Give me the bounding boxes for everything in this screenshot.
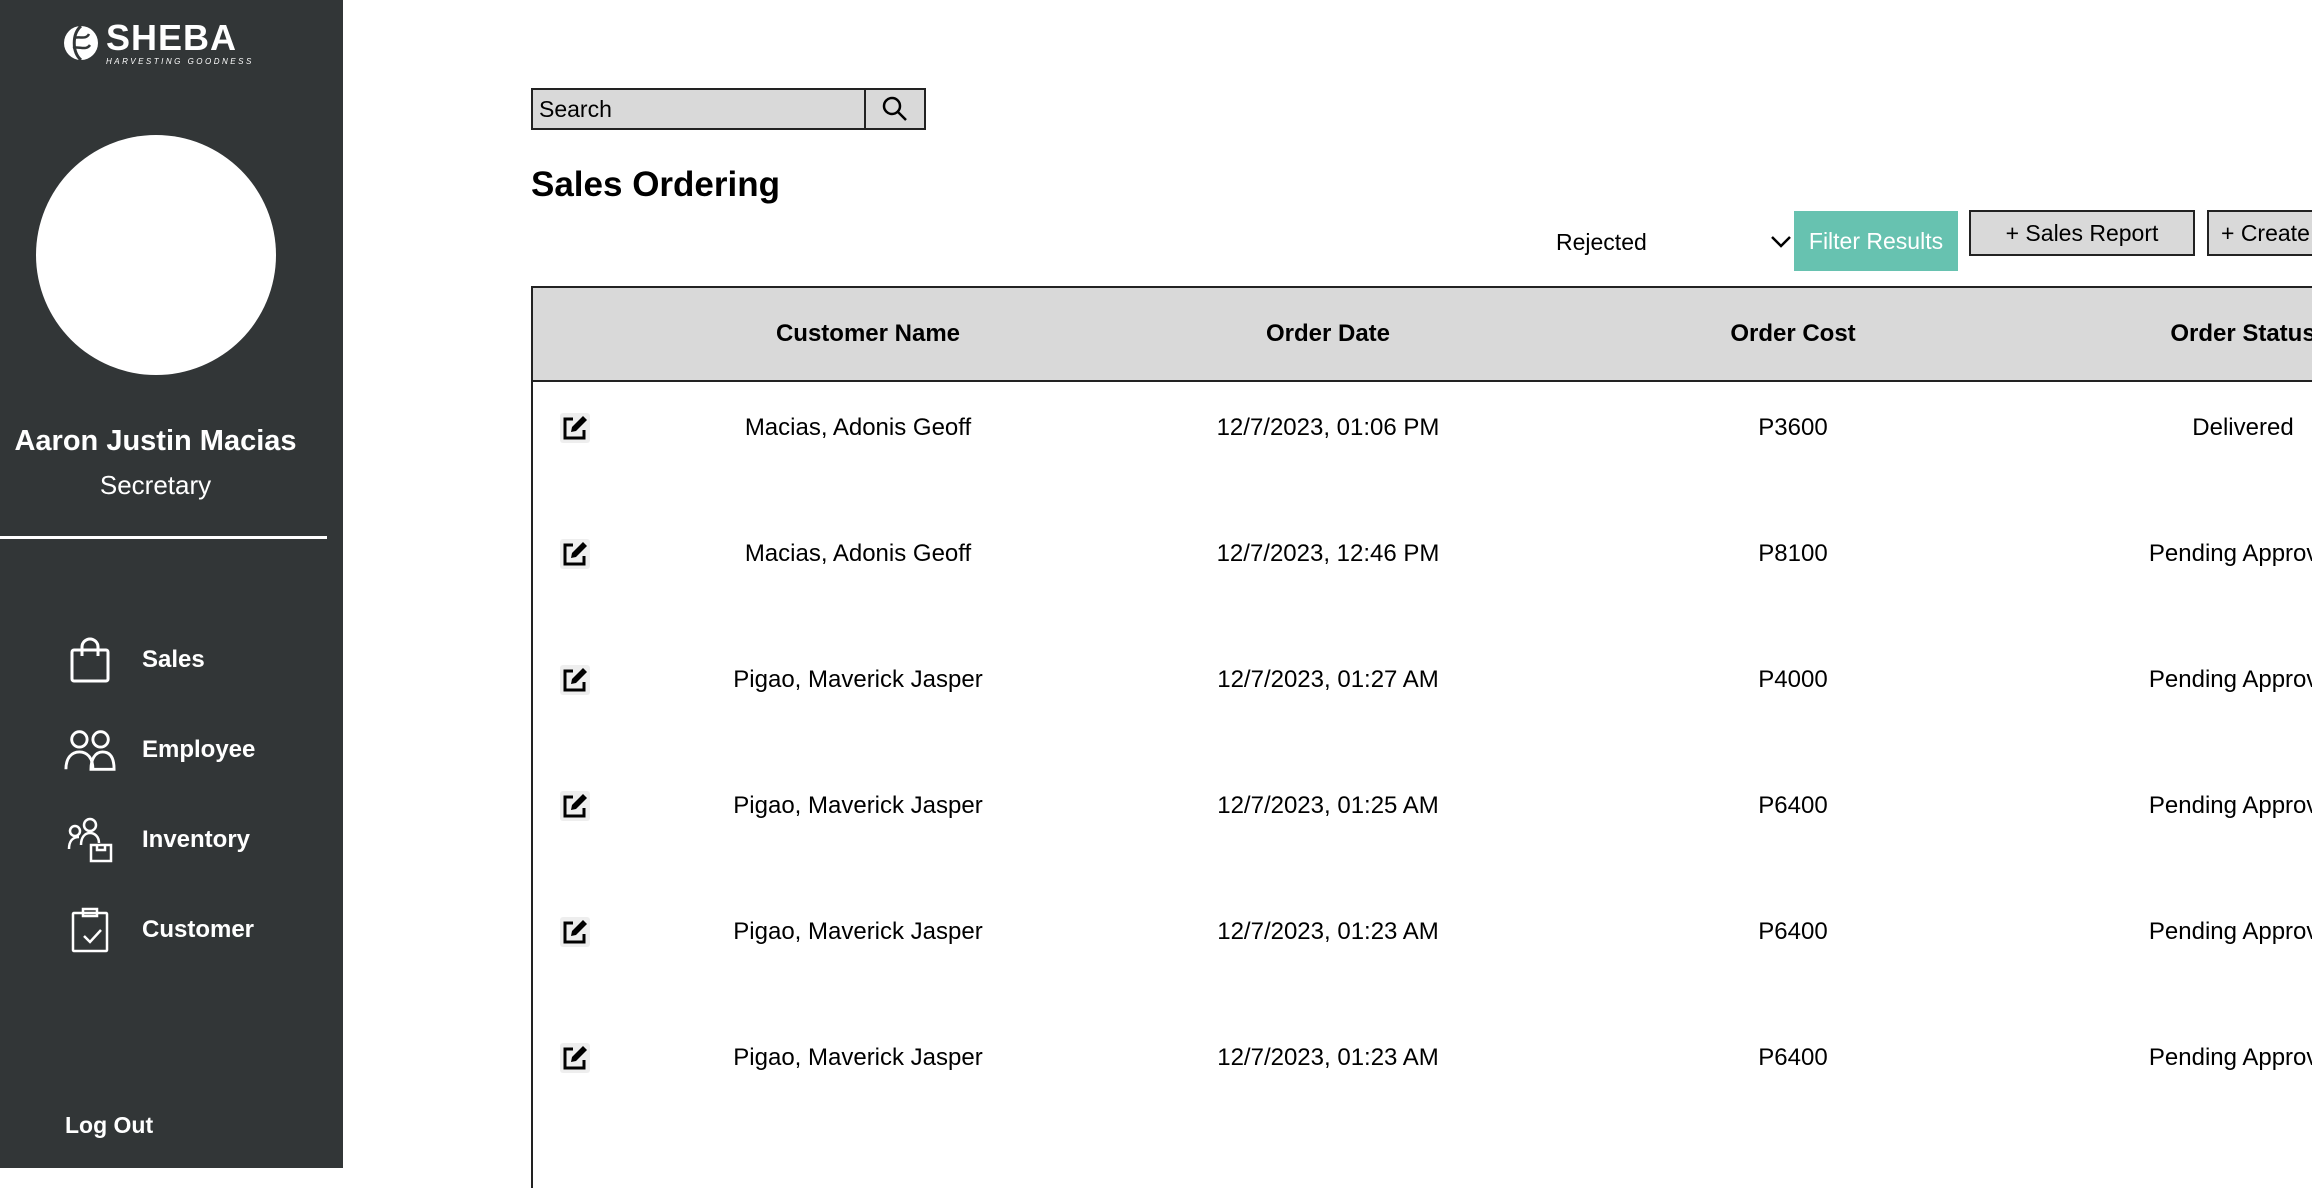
sales-report-button[interactable]: + Sales Report	[1969, 210, 2195, 256]
table-row: Macias, Adonis Geoff 12/7/2023, 12:46 PM…	[533, 508, 2312, 634]
edit-icon[interactable]	[559, 412, 591, 444]
sidebar-item-label: Inventory	[142, 826, 251, 853]
order-cost-cell: P8100	[1758, 540, 1828, 567]
column-header-customer[interactable]: Customer Name	[703, 288, 1033, 380]
logout-button[interactable]: Log Out	[65, 1112, 153, 1139]
search-icon	[882, 96, 907, 121]
sidebar: SHEBA HARVESTING GOODNESS Aaron Justin M…	[0, 0, 343, 1168]
table-row: Pigao, Maverick Jasper 12/7/2023, 01:27 …	[533, 634, 2312, 760]
order-date-cell: 12/7/2023, 01:23 AM	[1217, 918, 1439, 945]
clipboard-check-icon	[64, 904, 116, 956]
search-bar	[531, 88, 926, 130]
table-header: Customer Name Order Date Order Cost Orde…	[533, 288, 2312, 382]
sidebar-nav: Sales Employee Inventory Customer	[64, 615, 255, 975]
leaf-logo-icon	[64, 24, 98, 62]
sidebar-item-label: Sales	[142, 646, 205, 673]
customer-name-cell: Macias, Adonis Geoff	[744, 540, 972, 567]
page-title: Sales Ordering	[531, 165, 780, 204]
user-role: Secretary	[99, 470, 212, 500]
edit-icon[interactable]	[559, 664, 591, 696]
order-date-cell: 12/7/2023, 01:25 AM	[1217, 792, 1439, 819]
user-name: Aaron Justin Macias	[14, 425, 297, 457]
filter-results-button[interactable]: Filter Results	[1794, 211, 1958, 271]
create-button[interactable]: + Create	[2207, 210, 2312, 256]
users-icon	[64, 724, 116, 776]
order-status-cell: Pending Approval	[2148, 1044, 2312, 1071]
brand-name: SHEBA	[106, 17, 238, 58]
sidebar-item-employee[interactable]: Employee	[64, 705, 255, 795]
search-button[interactable]	[864, 90, 924, 128]
order-cost-cell: P6400	[1758, 792, 1828, 819]
table-row: Pigao, Maverick Jasper 12/7/2023, 01:23 …	[533, 886, 2312, 1012]
column-header-cost[interactable]: Order Cost	[1633, 288, 1953, 380]
order-cost-cell: P4000	[1758, 666, 1828, 693]
customer-name-cell: Macias, Adonis Geoff	[744, 414, 972, 441]
sidebar-item-sales[interactable]: Sales	[64, 615, 255, 705]
column-header-status[interactable]: Order Status	[2083, 288, 2312, 380]
order-cost-cell: P6400	[1758, 918, 1828, 945]
table-row: Pigao, Maverick Jasper 12/7/2023, 01:25 …	[533, 760, 2312, 886]
status-filter-value: Rejected	[1556, 228, 1647, 255]
order-status-cell: Pending Approval	[2148, 540, 2312, 567]
edit-icon[interactable]	[559, 538, 591, 570]
sidebar-item-label: Customer	[142, 916, 255, 943]
shopping-bag-icon	[64, 634, 116, 686]
order-date-cell: 12/7/2023, 01:06 PM	[1216, 414, 1440, 441]
customer-name-cell: Pigao, Maverick Jasper	[733, 666, 983, 693]
sidebar-item-customer[interactable]: Customer	[64, 885, 255, 975]
order-cost-cell: P3600	[1758, 414, 1828, 441]
order-cost-cell: P6400	[1758, 1044, 1828, 1071]
customer-name-cell: Pigao, Maverick Jasper	[733, 792, 983, 819]
column-header-date[interactable]: Order Date	[1163, 288, 1493, 380]
brand-tagline: HARVESTING GOODNESS	[106, 57, 254, 66]
chevron-down-icon	[1771, 236, 1791, 248]
sidebar-divider	[0, 536, 327, 539]
order-status-cell: Delivered	[2192, 414, 2294, 441]
order-date-cell: 12/7/2023, 01:27 AM	[1217, 666, 1439, 693]
order-date-cell: 12/7/2023, 01:23 AM	[1217, 1044, 1439, 1071]
order-status-cell: Pending Approval	[2148, 666, 2312, 693]
orders-table: Customer Name Order Date Order Cost Orde…	[531, 286, 2312, 1188]
inventory-icon	[64, 814, 116, 866]
order-date-cell: 12/7/2023, 12:46 PM	[1216, 540, 1440, 567]
edit-icon[interactable]	[559, 916, 591, 948]
order-status-cell: Pending Approval	[2148, 918, 2312, 945]
customer-name-cell: Pigao, Maverick Jasper	[733, 1044, 983, 1071]
table-row: Macias, Adonis Geoff 12/7/2023, 01:06 PM…	[533, 382, 2312, 508]
brand-logo: SHEBA HARVESTING GOODNESS	[62, 18, 254, 68]
sidebar-item-inventory[interactable]: Inventory	[64, 795, 255, 885]
avatar	[36, 135, 276, 375]
edit-icon[interactable]	[559, 790, 591, 822]
status-filter-select[interactable]: Rejected	[1556, 220, 1792, 264]
customer-name-cell: Pigao, Maverick Jasper	[733, 918, 983, 945]
order-status-cell: Pending Approval	[2148, 792, 2312, 819]
table-row: Pigao, Maverick Jasper 12/7/2023, 01:23 …	[533, 1012, 2312, 1138]
search-input[interactable]	[533, 90, 864, 128]
edit-icon[interactable]	[559, 1042, 591, 1074]
sidebar-item-label: Employee	[142, 736, 256, 763]
